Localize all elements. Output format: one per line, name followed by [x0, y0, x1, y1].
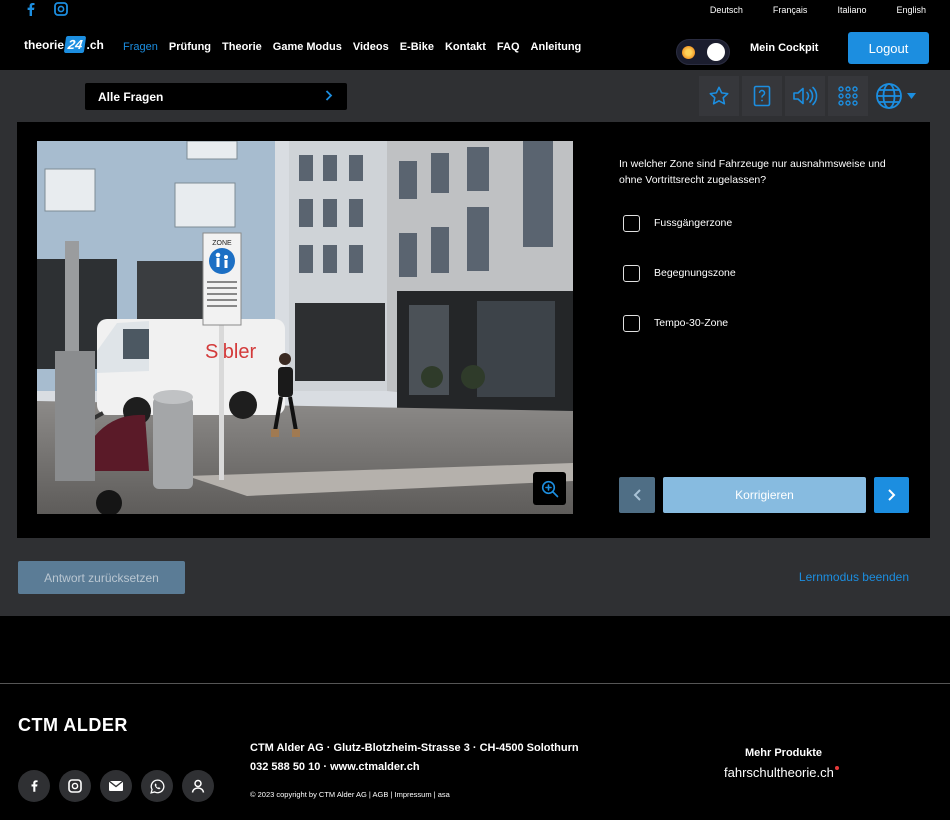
question-image: Sibler ZONE — [37, 141, 573, 514]
chevron-left-icon — [633, 489, 641, 501]
red-dot-icon — [834, 766, 839, 770]
question-category-label: Alle Fragen — [98, 89, 164, 104]
main-content: Alle Fragen Sibler ZONE In welcher Zone … — [0, 70, 950, 616]
more-products-label: Mehr Produkte — [745, 747, 823, 759]
copyright-text: © 2023 copyright by CTM Alder AG | AGB |… — [250, 790, 450, 799]
instagram-icon[interactable] — [54, 2, 68, 16]
lang-deutsch[interactable]: Deutsch — [710, 5, 743, 15]
star-icon — [709, 86, 729, 105]
nav-item-kontakt[interactable]: Kontakt — [445, 41, 486, 53]
mail-icon[interactable] — [100, 770, 132, 802]
answer-label: Fussgängerzone — [654, 217, 733, 229]
my-cockpit-link[interactable]: Mein Cockpit — [750, 42, 818, 54]
nav-item-pruefung[interactable]: Prüfung — [169, 41, 211, 53]
question-toolbar — [699, 76, 929, 116]
help-book-icon — [753, 85, 771, 107]
street-scene-illustration: Sibler ZONE — [37, 141, 573, 514]
nav-item-e-bike[interactable]: E-Bike — [400, 41, 434, 53]
speaker-icon — [793, 86, 818, 106]
answer-option[interactable]: Fussgängerzone — [623, 214, 736, 232]
zoom-image-button[interactable] — [533, 472, 566, 505]
main-nav: theorie 24 .ch Fragen Prüfung Theorie Ga… — [0, 22, 950, 70]
sun-icon — [682, 46, 695, 59]
fahrschultheorie-link[interactable]: fahrschultheorie.ch — [724, 765, 839, 780]
footer-social-links — [18, 770, 214, 802]
question-category-select[interactable]: Alle Fragen — [85, 83, 347, 110]
answer-option[interactable]: Begegnungszone — [623, 264, 736, 282]
next-question-button[interactable] — [874, 477, 909, 513]
nav-item-faq[interactable]: FAQ — [497, 41, 520, 53]
question-overview-button[interactable] — [828, 76, 868, 116]
top-bar: Deutsch Français Italiano English — [0, 0, 950, 22]
caret-down-icon — [907, 91, 916, 102]
answer-label: Begegnungszone — [654, 267, 736, 279]
chevron-right-icon — [888, 489, 896, 501]
answer-label: Tempo-30-Zone — [654, 317, 729, 329]
nav-item-theorie[interactable]: Theorie — [222, 41, 262, 53]
header-social-links — [24, 2, 68, 16]
facebook-icon[interactable] — [18, 770, 50, 802]
nav-menu: Fragen Prüfung Theorie Game Modus Videos… — [123, 41, 581, 53]
footer-divider — [0, 683, 950, 684]
logo-prefix: theorie — [24, 37, 65, 52]
sign-lettering: ZONE — [212, 240, 232, 247]
nav-item-anleitung[interactable]: Anleitung — [531, 41, 582, 53]
quit-learn-mode-link[interactable]: Lernmodus beenden — [799, 570, 909, 584]
logout-button[interactable]: Logout — [848, 32, 929, 64]
fahrschultheorie-text: fahrschultheorie.ch — [724, 765, 834, 780]
chevron-right-icon — [325, 89, 333, 104]
answer-checkbox[interactable] — [623, 214, 640, 232]
footer-brand-logo: CTM ALDER — [18, 715, 128, 735]
lang-italiano[interactable]: Italiano — [837, 5, 866, 15]
question-card: Sibler ZONE In welcher Zone sind Fahrzeu… — [17, 122, 930, 538]
company-address: CTM Alder AG · Glutz-Blotzheim-Strasse 3… — [250, 742, 579, 754]
toggle-knob — [707, 43, 725, 61]
lang-english[interactable]: English — [896, 5, 926, 15]
reset-answer-button[interactable]: Antwort zurücksetzen — [18, 561, 185, 594]
contact-person-icon[interactable] — [182, 770, 214, 802]
favorite-button[interactable] — [699, 76, 739, 116]
answer-option[interactable]: Tempo-30-Zone — [623, 314, 736, 332]
company-contact[interactable]: 032 588 50 10 · www.ctmalder.ch — [250, 758, 579, 777]
previous-question-button[interactable] — [619, 477, 655, 513]
globe-icon — [876, 83, 902, 109]
zoom-in-icon — [541, 480, 558, 497]
instagram-icon[interactable] — [59, 770, 91, 802]
lang-francais[interactable]: Français — [773, 5, 808, 15]
nav-item-videos[interactable]: Videos — [353, 41, 389, 53]
question-text: In welcher Zone sind Fahrzeuge nur ausna… — [619, 158, 886, 186]
nav-item-game-modus[interactable]: Game Modus — [273, 41, 342, 53]
check-answer-button[interactable]: Korrigieren — [663, 477, 866, 513]
nav-item-fragen[interactable]: Fragen — [123, 41, 158, 53]
audio-button[interactable] — [785, 76, 825, 116]
theme-toggle[interactable] — [676, 39, 730, 65]
logo-suffix: .ch — [86, 37, 104, 52]
site-logo[interactable]: theorie 24 .ch — [24, 36, 104, 53]
logo-badge: 24 — [63, 36, 87, 53]
answer-options: Fussgängerzone Begegnungszone Tempo-30-Z… — [623, 214, 736, 364]
answer-checkbox[interactable] — [623, 314, 640, 332]
footer-address-block: CTM Alder AG · Glutz-Blotzheim-Strasse 3… — [250, 739, 579, 777]
facebook-icon[interactable] — [24, 2, 38, 16]
language-select-button[interactable] — [871, 76, 929, 116]
language-switcher: Deutsch Français Italiano English — [710, 5, 926, 15]
van-lettering: Sibler — [205, 341, 256, 363]
whatsapp-icon[interactable] — [141, 770, 173, 802]
grid-icon — [838, 86, 858, 106]
explanation-button[interactable] — [742, 76, 782, 116]
answer-checkbox[interactable] — [623, 264, 640, 282]
